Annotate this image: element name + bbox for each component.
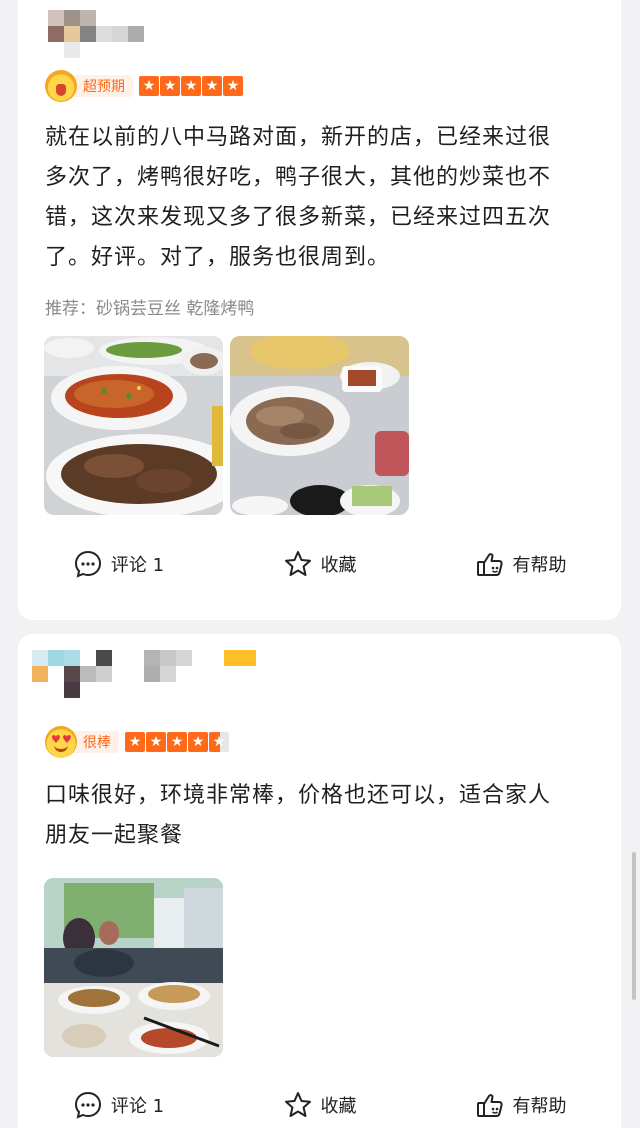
blurred-username xyxy=(32,650,256,698)
crown-emoji-icon xyxy=(45,70,77,102)
favorite-button[interactable]: 收藏 xyxy=(219,544,420,584)
thumbs-up-hand-icon xyxy=(476,553,503,576)
comment-label: 评论 1 xyxy=(110,555,165,576)
food-photo-image xyxy=(44,336,223,515)
star-rating: ★ ★ ★ ★ ★ xyxy=(125,732,230,752)
scrollbar[interactable] xyxy=(632,852,636,1000)
comment-label: 评论 1 xyxy=(110,1096,165,1117)
star-icon: ★ xyxy=(223,76,243,96)
review-actions: 评论 1 收藏 有帮助 xyxy=(18,1085,621,1125)
star-icon: ★ xyxy=(139,76,159,96)
star-icon: ★ xyxy=(160,76,180,96)
recommended-dishes: 推荐：砂锅芸豆丝 乾隆烤鸭 xyxy=(45,294,254,319)
review-photo[interactable] xyxy=(44,336,223,515)
helpful-label: 有帮助 xyxy=(512,555,567,576)
review-line: 口味很好，环境非常棒，价格也还可以，适合家人 xyxy=(45,783,552,808)
thumbs-up-hand-icon xyxy=(476,1094,503,1117)
recommend-items[interactable]: 砂锅芸豆丝 乾隆烤鸭 xyxy=(96,299,254,319)
star-icon: ★ xyxy=(202,76,222,96)
review-photo[interactable] xyxy=(44,878,223,1057)
review-line: 就在以前的八中马路对面，新开的店，已经来过很 xyxy=(45,125,552,150)
helpful-label: 有帮助 xyxy=(512,1096,567,1117)
review-line: 错，这次来发现又多了很多新菜，已经来过四五次 xyxy=(45,205,552,230)
star-outline-icon xyxy=(284,551,311,576)
review-card-1: 超预期 ★ ★ ★ ★ ★ 就在以前的八中马路对面，新开的店，已经来过很 多次了… xyxy=(18,0,621,620)
rating-badge: 很棒 xyxy=(73,731,119,753)
favorite-label: 收藏 xyxy=(320,1096,357,1117)
heart-eyes-emoji-icon: ♥ ♥ xyxy=(45,726,77,758)
review-text: 就在以前的八中马路对面，新开的店，已经来过很 多次了，烤鸭很好吃，鸭子很大，其他… xyxy=(45,118,600,278)
star-outline-icon xyxy=(284,1092,311,1117)
star-icon: ★ xyxy=(125,732,145,752)
chat-bubble-icon xyxy=(74,550,101,578)
star-icon: ★ xyxy=(181,76,201,96)
star-icon: ★ xyxy=(167,732,187,752)
helpful-button[interactable]: 有帮助 xyxy=(420,1085,621,1125)
half-star-icon: ★ xyxy=(209,732,229,752)
review-actions: 评论 1 收藏 有帮助 xyxy=(18,544,621,584)
comment-button[interactable]: 评论 1 xyxy=(18,1085,219,1125)
star-icon: ★ xyxy=(146,732,166,752)
favorite-label: 收藏 xyxy=(320,555,357,576)
recommend-label: 推荐： xyxy=(45,299,96,319)
restaurant-photo-image xyxy=(44,878,223,1057)
review-card-2: ♥ ♥ 很棒 ★ ★ ★ ★ ★ 口味很好，环境非常棒，价格也还可以，适合家人 朋… xyxy=(18,634,621,1128)
star-rating: ★ ★ ★ ★ ★ xyxy=(139,76,244,96)
review-line: 了。好评。对了，服务也很周到。 xyxy=(45,245,391,270)
review-photo[interactable] xyxy=(230,336,409,515)
rating-badge: 超预期 xyxy=(73,75,133,97)
helpful-button[interactable]: 有帮助 xyxy=(420,544,621,584)
review-line: 朋友一起聚餐 xyxy=(45,823,184,848)
blurred-username xyxy=(48,10,176,58)
star-icon: ★ xyxy=(188,732,208,752)
favorite-button[interactable]: 收藏 xyxy=(219,1085,420,1125)
chat-bubble-icon xyxy=(74,1091,101,1119)
roast-duck-photo-image xyxy=(230,336,409,515)
rating-row: 超预期 ★ ★ ★ ★ ★ xyxy=(45,70,244,102)
review-text: 口味很好，环境非常棒，价格也还可以，适合家人 朋友一起聚餐 xyxy=(45,776,600,856)
comment-button[interactable]: 评论 1 xyxy=(18,544,219,584)
review-line: 多次了，烤鸭很好吃，鸭子很大，其他的炒菜也不 xyxy=(45,165,552,190)
rating-row: ♥ ♥ 很棒 ★ ★ ★ ★ ★ xyxy=(45,726,230,758)
